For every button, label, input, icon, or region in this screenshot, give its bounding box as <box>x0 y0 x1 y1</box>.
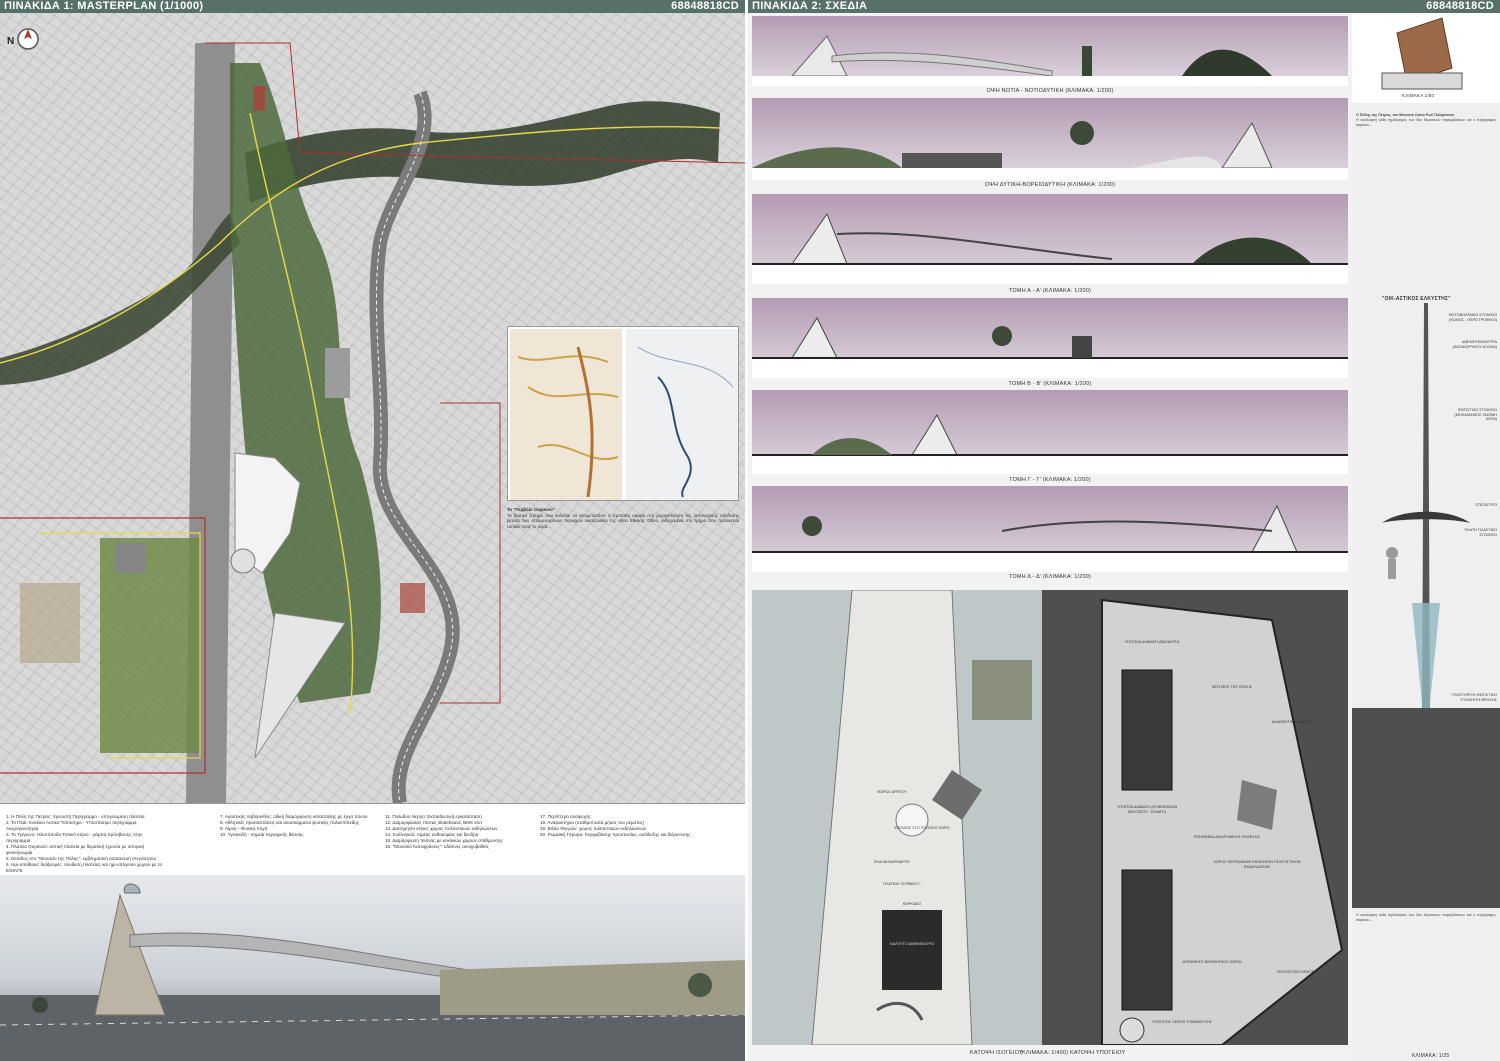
sheet1-title-bar: ΠΙΝΑΚΙΔΑ 1: MASTERPLAN (1/1000) 68848818… <box>0 0 745 13</box>
room-label: ΥΠΟΓΕΙΟΣ ΧΩΡΟΣ ΣΤΑΘΜΕΥΣΗΣ <box>1152 1020 1212 1024</box>
section-d-drawing <box>752 504 1348 572</box>
room-label: ΠΛΑΤΕΙΑ "ΟΥΡΑΝΟΥ" <box>883 882 921 886</box>
room-label: ΕΙΣΟΔΟΣ ΣΤΟ ΥΠΟΓΕΙΟ ΧΩΡΟ <box>894 826 950 830</box>
detail-column: ΚΛΙΜΑΚΑ 1/50 Ο Πύλης της Πετρας, του Μου… <box>1352 13 1500 1061</box>
inset-maps-drawing <box>510 329 738 500</box>
detail-text-body: Η οικολογική κάθε σχεδιασμός των δύο θεμ… <box>1356 117 1496 127</box>
detail-dark-panel <box>1352 708 1500 908</box>
description-body: Το βασικό ζήτημα που καλείται να αντιμετ… <box>507 512 739 529</box>
section-d <box>752 486 1348 572</box>
elevation-west <box>752 98 1348 180</box>
detail-bottom-scale: ΚΛΙΜΑΚΑ: 1/25 <box>1412 1053 1450 1059</box>
legend-column-1: 1. Η Πύλη της Πετρας: Χρεωστή Περίγραμμο… <box>6 814 166 874</box>
masterplan-sheet: ΠΙΝΑΚΙΔΑ 1: MASTERPLAN (1/1000) 68848818… <box>0 0 745 1061</box>
legend-column-3: 11. Πολυδύο Νερού: Εκπαιδευτική εγκατάστ… <box>385 814 545 850</box>
section-label: ΤΟΜΗ Γ - Γ' (ΚΛΙΜΑΚΑ: 1/200) <box>1009 477 1091 483</box>
detail-small-section <box>1352 13 1500 103</box>
building-plot-3 <box>253 86 265 111</box>
section-label: ΤΟΜΗ Α - Α' (ΚΛΙΜΑΚΑ: 1/200) <box>1008 288 1092 294</box>
detail-label: ΠΛΑΤΗ ΠΛΑΣΤΙΚΟ ΣΤΟΙΧΕΙΟ <box>1464 528 1497 537</box>
bridge-render-drawing <box>0 883 745 1061</box>
room-label: ΦΩΡΟΣ ΑΡΕΤΟΥ <box>877 790 907 794</box>
masterplan-legend: 1. Η Πύλη της Πετρας: Χρεωστή Περίγραμμο… <box>0 803 745 875</box>
section-label: ΤΟΜΗ Δ - Δ' (ΚΛΙΜΑΚΑ: 1/200) <box>1008 574 1092 580</box>
legend-item: 4. Πλατεία Ουρανού: αστική πλατεία με θε… <box>6 844 145 855</box>
sheet2-title: ΠΙΝΑΚΙΔΑ 2: ΣΧΕΔΙΑ <box>752 0 868 12</box>
villa-plot <box>20 583 80 663</box>
section-a-drawing <box>752 212 1348 284</box>
section-b <box>752 298 1348 378</box>
sheet1-title: ΠΙΝΑΚΙΔΑ 1: MASTERPLAN (1/1000) <box>4 0 204 12</box>
legend-item: 2. Το Πλάι: Κυκλικό Αστικό Τοπόσημο - Υπ… <box>6 820 138 831</box>
legend-item: 10. Υγειοειδή - σημεία περιοχικής θέασης <box>220 832 304 837</box>
sheet2-code: 68848818CD <box>1426 0 1494 12</box>
room-label: ΣΚΑΛΙΑ ΜΑΡΜΑΡΟΥ <box>873 860 911 864</box>
elevation-west-drawing <box>752 121 1348 180</box>
detail-description: Ο Πύλης της Πετρας, του Μουσείο Οικού Ρω… <box>1356 113 1496 233</box>
ground-plan-scale: (ΚΛΙΜΑΚΑ: 1/400) <box>1020 1050 1069 1056</box>
detail-title: "ΟΙΚ-ΑΣΤΙΚΟΣ ΕΛΚΥΣΤΗΣ" <box>1382 296 1451 302</box>
room-label: ΚΕΡΚΙΔΕΣ <box>902 902 922 906</box>
room-label: ΜΟΥΣΕΙΟ ΤΗΣ ΠΟΛΗΣ <box>1211 685 1253 689</box>
winding-road <box>369 90 460 803</box>
basement-plan-drawing <box>1101 598 1344 1045</box>
detail-label: ΑΝΕΜΟΓΕΝΝΗΤΡΙΑ (ΚΑΤΑΚΟΡΥΦΟΥ ΑΞΟΝΑ) <box>1452 340 1498 349</box>
room-label: ΑΠΟΘΗΚΕΣ ΒΟΗΘΗΤΙΚΟΙ ΧΩΡΟΙ <box>1182 960 1242 964</box>
building-plot-1 <box>325 348 350 398</box>
room-label: ΚΑΛΥΠΤΟ ΑΜΦΙΘΕΑΤΡΟ <box>890 942 934 946</box>
section-b-drawing <box>752 316 1348 378</box>
room-label: ΠΟΛΙΤΙΣΤΙΚΟ ΚΕΝΤΡΟ <box>1276 970 1318 974</box>
building-plot-2 <box>400 583 425 613</box>
legend-item: 20. Ρωμαϊκή Γέφυρα: περιμέβασης προστασί… <box>540 832 691 837</box>
ground-plan-title: ΚΑΤΟΨΗ ΙΣΟΓΕΙΟΥ <box>970 1050 1023 1056</box>
room-label: ΔΙΑΔΡΑΣΤΙΚΑ ΜΑΚΕΤΑ <box>1271 720 1313 724</box>
elevation-south <box>752 16 1348 86</box>
legend-column-2: 7. Αγαστικός Λαβύρινθος: οδική διαμόρφωσ… <box>220 814 380 838</box>
legend-item: 6. Ημι-υπαίθριες διαδρομές: σύνδεση πλατ… <box>6 862 163 873</box>
elevation-south-drawing <box>752 35 1348 86</box>
detail-label: ΦΩΤΟΒΟΛΤΑΙΚΟ ΣΤΟΙΧΕΙΟ (ΚΩΝΟΣ - ΠΕΡΙΣΤΡΟΦ… <box>1448 313 1497 322</box>
ravine-corridor-top <box>245 101 720 203</box>
ground-floor-plan: ΠΛΑΤΕΙΑ "ΟΥΡΑΝΟΥ" ΚΕΡΚΙΔΕΣ ΚΑΛΥΠΤΟ ΑΜΦΙΘ… <box>752 590 1042 1045</box>
section-a <box>752 194 1348 284</box>
north-arrow-icon <box>17 28 39 50</box>
sheet1-code: 68848818CD <box>671 0 739 12</box>
room-label: ΧΩΡΟΣ ΠΕΡΙΟΔΙΚΩΝ ΕΚΘΕΣΕΩΝ ΠΟΛΙΤΙΣΤΙΚΩΝ Ε… <box>1213 860 1301 869</box>
elevation-label: ΟΨΗ ΔΥΤΙΚΗ-ΒΟΡΕΙΟΔΥΤΙΚΗ (ΚΛΙΜΑΚΑ: 1/200) <box>984 182 1116 188</box>
museum-rotunda <box>230 548 256 574</box>
legend-column-4: 17. Περίπτερο αναψυχής 18. Αναψυκτήριο (… <box>540 814 740 838</box>
detail-label: ΦΩΤΙΣΤΙΚΟ ΣΤΟΙΧΕΙΟ (ΜΗΧΑΝΙΣΜΟΣ ΟΝΟΜΗ ΚΕΡ… <box>1454 408 1497 421</box>
elevation-label: ΟΨΗ ΝΟΤΙΑ - ΝΟΤΙΟΔΥΤΙΚΗ (ΚΛΙΜΑΚΑ: 1/200) <box>986 88 1114 94</box>
masterplan-description: Το "Περβόλι Ουρανού" Το βασικό ζήτημα πο… <box>507 505 739 775</box>
room-label: ΥΠΟΓΕΙΑ ΔΙΑΒΑΣΗ (ΕΠΙΚΟΙΝΩΝΙΑ ΜΟΥΣΕΙΟΥ - … <box>1116 805 1178 814</box>
garden-pavilion <box>115 543 145 573</box>
section-c-drawing <box>752 413 1348 474</box>
masterplan-site-plan: N Το "Περβόλι Ουρανού" Το βασικό ζήτημα … <box>0 13 745 803</box>
legend-item: 16. "Μουσικό Κατοφράκτες": υδάτινες ανοι… <box>385 844 489 849</box>
bridge-render-view <box>0 875 745 1061</box>
detail-notes: Η οικολογική κάθε σχεδιασμός των δύο θεμ… <box>1356 913 1496 922</box>
room-label: ΕΠΙΦΑΝΕΙΑ ΔΙΑΧΡΟΝΙΚΗΣ ΕΚΘΕΣΗΣ <box>1194 835 1260 839</box>
ground-floor-plan-drawing <box>811 590 1032 1045</box>
section-label: ΤΟΜΗ Β - Β' (ΚΛΙΜΑΚΑ: 1/200) <box>1008 381 1092 387</box>
detail-text-heading: Ο Πύλης της Πετρας, του Μουσείο Οικού Ρω… <box>1356 113 1455 117</box>
detail-scale-label: ΚΛΙΜΑΚΑ 1/50 <box>1402 93 1435 98</box>
north-label: N <box>7 36 15 47</box>
detail-label: ΣΤΕΓΑΣΤΡΟ <box>1475 503 1497 507</box>
analysis-inset-maps <box>507 326 739 501</box>
basement-plan: ΥΠΟΓΕΙΑ ΔΙΑΒΑΣΗ (ΒΑΣΑΝΤΗ) ΜΟΥΣΕΙΟ ΤΗΣ ΠΟ… <box>1042 590 1348 1045</box>
legend-item: 3. Το Τρίγωνο: Ηλιοτόποδο Τοπικό κτίριο … <box>6 832 143 843</box>
sheet2-title-bar: ΠΙΝΑΚΙΔΑ 2: ΣΧΕΔΙΑ 68848818CD <box>748 0 1500 13</box>
room-label: ΥΠΟΓΕΙΑ ΔΙΑΒΑΣΗ (ΒΑΣΑΝΤΗ) <box>1124 640 1180 644</box>
section-c <box>752 390 1348 474</box>
detail-label: ΥΠΟΣΤΗΡΙΞΗ ΦΩΤΙΣΤΙΚΟ ΣΥΛΛΕΚΤΗ ΒΡΟΧΗΣ <box>1451 693 1497 702</box>
basement-plan-title: ΚΑΤΟΨΗ ΥΠΟΓΕΙΟΥ <box>1070 1050 1126 1056</box>
